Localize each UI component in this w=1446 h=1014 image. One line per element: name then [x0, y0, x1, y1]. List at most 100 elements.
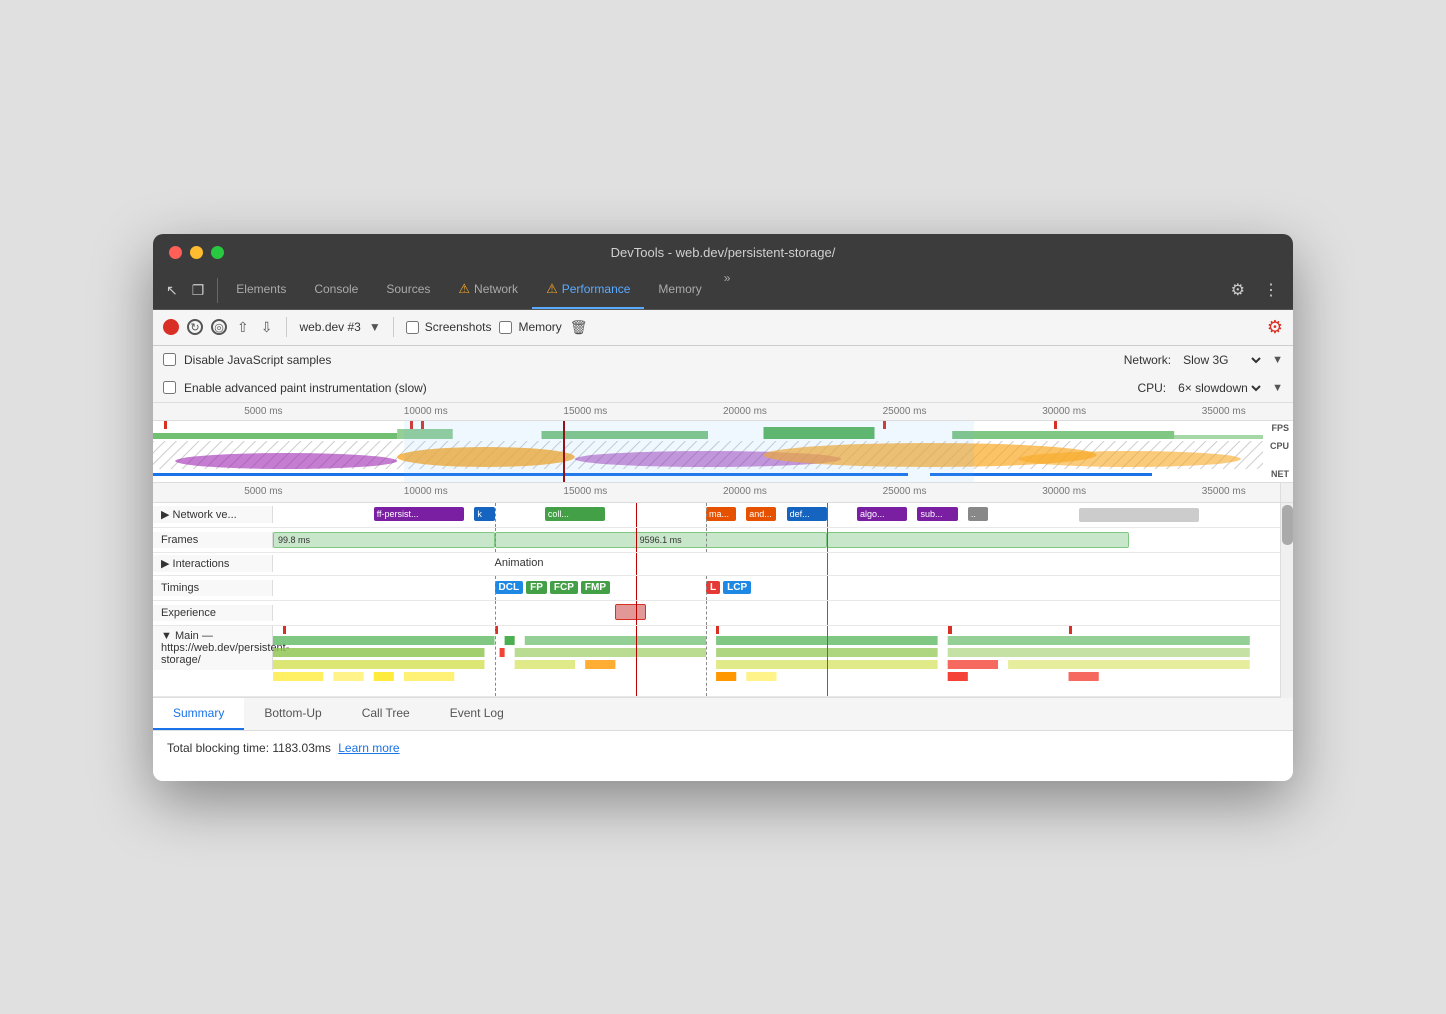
frame-block-3: [827, 532, 1129, 548]
dashed-line-exp-2: [706, 601, 707, 625]
network-item-ma[interactable]: ma...: [706, 507, 736, 521]
main-label-text: ▼ Main — https://web.dev/persistent-stor…: [161, 630, 289, 666]
overview-tracks: FPS CPU: [153, 421, 1293, 483]
tick-25000: 25000 ms: [883, 406, 927, 417]
memory-checkbox[interactable]: [499, 321, 512, 334]
main-tick-10000: 10000 ms: [404, 486, 448, 497]
maximize-button[interactable]: [211, 246, 224, 259]
interactions-track-label[interactable]: ▶ Interactions: [153, 555, 273, 572]
learn-more-link[interactable]: Learn more: [338, 741, 399, 755]
interactions-label-text: ▶ Interactions: [161, 557, 229, 570]
blue-line-network: [827, 503, 829, 527]
stop-button[interactable]: ◎: [211, 319, 227, 335]
tab-elements[interactable]: Elements: [222, 271, 300, 309]
timing-badges-right: L LCP: [706, 581, 753, 594]
network-track-label-text: ▶ Network ve...: [161, 508, 237, 521]
network-item-dot[interactable]: ..: [968, 507, 988, 521]
network-item-def[interactable]: def...: [787, 507, 827, 521]
flame-chart: [273, 626, 1280, 696]
tab-sources[interactable]: Sources: [372, 271, 444, 309]
interactions-track-content: Animation: [273, 553, 1280, 575]
net-label: NET: [1271, 469, 1289, 479]
network-item-sub-label: sub...: [920, 509, 942, 519]
inspect-icon[interactable]: ↖: [161, 278, 183, 303]
delete-profile-icon[interactable]: 🗑: [570, 319, 588, 336]
tick-30000: 30000 ms: [1042, 406, 1086, 417]
profile-dropdown-icon[interactable]: ▼: [369, 320, 381, 334]
cpu-dropdown[interactable]: 6× slowdown 4× slowdown No throttling: [1174, 380, 1264, 396]
minimize-button[interactable]: [190, 246, 203, 259]
tab-performance[interactable]: ⚠ Performance: [532, 271, 644, 309]
tab-console[interactable]: Console: [300, 271, 372, 309]
more-options-icon[interactable]: ⋮: [1257, 276, 1285, 304]
flame-row-1: [273, 636, 1280, 646]
tracks-container: ▶ Network ve... ff-persist... k coll... …: [153, 503, 1293, 697]
profile-label: web.dev #3: [299, 320, 360, 334]
window-title: DevTools - web.dev/persistent-storage/: [611, 245, 836, 260]
dcl-badge: DCL: [495, 581, 524, 594]
screenshots-label: Screenshots: [425, 320, 492, 334]
main-tick-5000: 5000 ms: [244, 486, 282, 497]
overview-ruler: 5000 ms 10000 ms 15000 ms 20000 ms 25000…: [153, 403, 1293, 421]
network-dropdown[interactable]: Slow 3G Fast 3G No throttling: [1179, 352, 1264, 368]
tab-event-log[interactable]: Event Log: [430, 698, 524, 730]
network-item-sub[interactable]: sub...: [917, 507, 957, 521]
download-button[interactable]: ⇩: [259, 319, 275, 336]
network-item-and[interactable]: and...: [746, 507, 776, 521]
experience-label-text: Experience: [161, 607, 216, 619]
performance-warning-icon: ⚠: [546, 281, 558, 297]
tab-network[interactable]: ⚠ Network: [444, 271, 532, 309]
network-item-ma-label: ma...: [709, 509, 729, 519]
dashed-line-exp-1: [495, 601, 496, 625]
paint-checkbox[interactable]: [163, 381, 176, 394]
upload-button[interactable]: ⇧: [235, 319, 251, 336]
tab-memory[interactable]: Memory: [644, 271, 715, 309]
timeline-overview[interactable]: 5000 ms 10000 ms 15000 ms 20000 ms 25000…: [153, 403, 1293, 483]
l-badge: L: [706, 581, 720, 594]
task-marker-1: [283, 626, 286, 634]
main-tick-35000: 35000 ms: [1202, 486, 1246, 497]
interactions-track-row: ▶ Interactions Animation: [153, 553, 1293, 576]
network-item-coll[interactable]: coll...: [545, 507, 605, 521]
close-button[interactable]: [169, 246, 182, 259]
experience-track-label: Experience: [153, 605, 273, 621]
blue-line-experience: [827, 601, 829, 625]
cursor-line-timings: [636, 576, 638, 600]
screenshots-checkbox[interactable]: [406, 321, 419, 334]
task-marker-4: [948, 626, 952, 634]
devtools-window: DevTools - web.dev/persistent-storage/ ↖…: [153, 234, 1293, 781]
record-button[interactable]: [163, 319, 179, 335]
cpu-dropdown-arrow: ▼: [1272, 382, 1283, 394]
cpu-label: CPU: [1270, 441, 1289, 451]
scrollbar-thumb[interactable]: [1282, 505, 1293, 545]
tab-network-label: Network: [474, 282, 518, 296]
tab-call-tree[interactable]: Call Tree: [342, 698, 430, 730]
timings-track-row: Timings DCL FP FCP FMP L LCP: [153, 576, 1293, 601]
more-tabs-button[interactable]: »: [716, 271, 739, 309]
frame-time-1: 99.8 ms: [278, 535, 310, 545]
network-item-ff-label: ff-persist...: [377, 509, 419, 519]
timings-label-text: Timings: [161, 582, 199, 594]
flame-row-2: [273, 648, 1280, 658]
network-track-label[interactable]: ▶ Network ve...: [153, 506, 273, 523]
disable-js-checkbox[interactable]: [163, 353, 176, 366]
controls-bar: ↻ ◎ ⇧ ⇩ web.dev #3 ▼ Screenshots Memory …: [153, 310, 1293, 346]
network-item-k[interactable]: k: [474, 507, 494, 521]
network-item-ff[interactable]: ff-persist...: [374, 507, 465, 521]
network-option-label: Network:: [1124, 353, 1171, 367]
frames-label-text: Frames: [161, 534, 198, 546]
traffic-lights: [169, 246, 224, 259]
main-track-row: ▼ Main — https://web.dev/persistent-stor…: [153, 626, 1293, 697]
device-icon[interactable]: ❐: [187, 278, 210, 303]
performance-settings-icon[interactable]: ⚙: [1267, 317, 1283, 338]
tab-bottom-up[interactable]: Bottom-Up: [244, 698, 341, 730]
task-marker-2: [495, 626, 498, 634]
options-bar: Disable JavaScript samples Network: Slow…: [153, 346, 1293, 403]
tab-summary[interactable]: Summary: [153, 698, 244, 730]
memory-label: Memory: [518, 320, 561, 334]
settings-icon[interactable]: ⚙: [1225, 276, 1251, 304]
blue-line-interactions: [827, 553, 829, 575]
animation-label: Animation: [495, 557, 544, 569]
reload-profile-button[interactable]: ↻: [187, 319, 203, 335]
network-item-algo[interactable]: algo...: [857, 507, 907, 521]
